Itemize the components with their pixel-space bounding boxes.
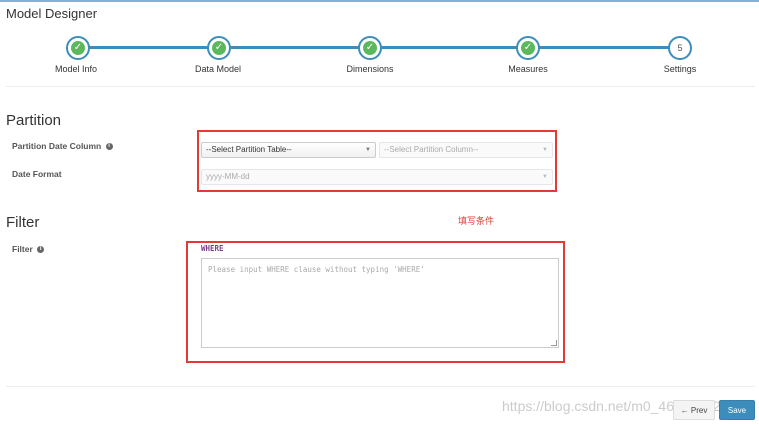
arrow-left-icon: ← bbox=[680, 405, 691, 415]
caret-down-icon: ▼ bbox=[542, 147, 548, 153]
top-border bbox=[0, 0, 759, 2]
divider bbox=[6, 386, 755, 387]
page-title: Model Designer bbox=[6, 6, 98, 21]
partition-table-select[interactable]: --Select Partition Table-- ▼ bbox=[201, 142, 376, 158]
wizard-step-label-measures: Measures bbox=[508, 64, 548, 74]
prev-button[interactable]: ← Prev bbox=[673, 400, 715, 420]
date-format-select[interactable]: yyyy-MM-dd ▼ bbox=[201, 169, 553, 185]
wizard-step-label-dimensions: Dimensions bbox=[346, 64, 394, 74]
step-number: 5 bbox=[677, 43, 683, 53]
partition-column-select-value: --Select Partition Column-- bbox=[384, 145, 479, 154]
filter-condition-textarea[interactable]: Please input WHERE clause without typing… bbox=[201, 258, 559, 348]
save-button[interactable]: Save bbox=[719, 400, 755, 420]
save-button-label: Save bbox=[727, 405, 747, 415]
wizard-step-label-model-info: Model Info bbox=[54, 64, 98, 74]
filter-label-text: Filter bbox=[12, 244, 33, 254]
info-icon[interactable]: i bbox=[105, 143, 113, 151]
check-icon: ✓ bbox=[363, 41, 377, 55]
wizard-step-measures[interactable]: ✓ bbox=[516, 36, 540, 60]
partition-date-column-label-text: Partition Date Column bbox=[12, 141, 102, 151]
wizard-step-dimensions[interactable]: ✓ bbox=[358, 36, 382, 60]
fill-condition-annotation: 填写条件 bbox=[458, 216, 495, 226]
caret-down-icon: ▼ bbox=[542, 174, 548, 180]
check-icon: ✓ bbox=[71, 41, 85, 55]
prev-button-label: Prev bbox=[690, 405, 708, 415]
date-format-label: Date Format bbox=[12, 169, 62, 179]
partition-table-select-value: --Select Partition Table-- bbox=[206, 145, 292, 154]
wizard-step-model-info[interactable]: ✓ bbox=[66, 36, 90, 60]
caret-down-icon: ▼ bbox=[365, 147, 371, 153]
wizard-step-label-settings: Settings bbox=[663, 64, 697, 74]
info-icon[interactable]: i bbox=[37, 246, 45, 254]
where-keyword: WHERE bbox=[201, 244, 224, 253]
divider bbox=[6, 86, 755, 87]
partition-column-select[interactable]: --Select Partition Column-- ▼ bbox=[379, 142, 553, 158]
filter-placeholder: Please input WHERE clause without typing… bbox=[208, 265, 425, 274]
partition-section-title: Partition bbox=[6, 112, 62, 129]
resize-grip-icon[interactable] bbox=[551, 340, 557, 346]
partition-date-column-label: Partition Date Column i bbox=[12, 141, 113, 151]
date-format-select-value: yyyy-MM-dd bbox=[206, 172, 250, 181]
wizard-step-data-model[interactable]: ✓ bbox=[207, 36, 231, 60]
check-icon: ✓ bbox=[212, 41, 226, 55]
filter-label: Filter i bbox=[12, 244, 45, 254]
wizard-step-settings[interactable]: 5 bbox=[668, 36, 692, 60]
wizard-step-label-data-model: Data Model bbox=[194, 64, 242, 74]
filter-section-title: Filter bbox=[6, 214, 40, 231]
check-icon: ✓ bbox=[521, 41, 535, 55]
